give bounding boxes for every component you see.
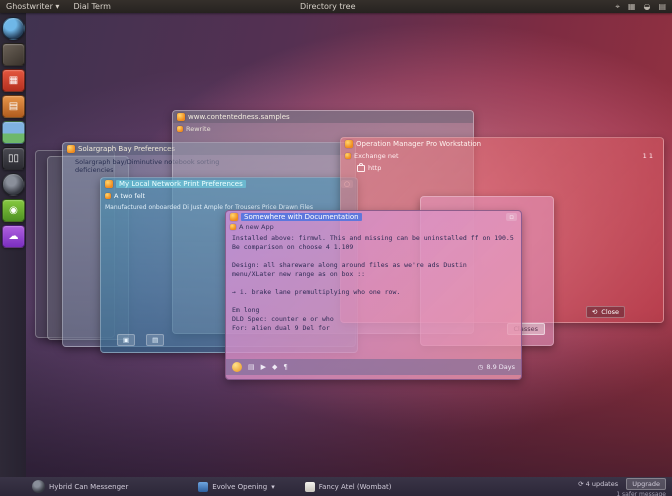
devices-icon[interactable]: ▯▯ bbox=[2, 147, 25, 170]
terminal-line: Be comparison on choose 4 1.109 bbox=[232, 243, 515, 252]
taskbar-item-fancy[interactable]: Fancy Atel (Wombat) bbox=[305, 482, 392, 492]
terminal-line: For: alien dual 9 Del for bbox=[232, 324, 515, 333]
network-indicator-icon[interactable]: ▦ bbox=[628, 2, 636, 12]
terminal-line: DLD Spec: counter e or who bbox=[232, 315, 515, 324]
sync-icon: ⟳ bbox=[578, 480, 583, 488]
bullet-icon bbox=[230, 224, 236, 230]
window-title: Solargraph Bay Preferences bbox=[78, 145, 175, 153]
terminal-body[interactable]: Installed above: firmwl. This and missin… bbox=[226, 233, 521, 334]
browser-icon[interactable] bbox=[2, 173, 25, 196]
app-menu[interactable]: Dial Term bbox=[73, 2, 110, 11]
close-chip[interactable]: ⟲ Close bbox=[586, 306, 625, 318]
terminal-line: menu/XLater new range as on box :: bbox=[232, 270, 515, 279]
refresh-icon: ⟲ bbox=[592, 308, 597, 316]
window-title: My Local Network Print Preferences bbox=[116, 180, 246, 188]
folder-icon[interactable]: ▤ bbox=[248, 363, 255, 371]
window-title: www.contentedness.samples bbox=[188, 113, 290, 121]
app-launcher-icon[interactable] bbox=[232, 362, 242, 372]
app-grid-icon[interactable]: ▦ bbox=[2, 69, 25, 92]
account-label: Exchange net bbox=[354, 152, 399, 160]
updater-icon[interactable]: ◉ bbox=[2, 199, 25, 222]
window-subtitle: Rewrite bbox=[186, 125, 211, 133]
pilcrow-icon[interactable]: ¶ bbox=[283, 363, 287, 371]
window-title-indicator: Directory tree bbox=[300, 2, 356, 11]
clock-icon: ◷ bbox=[478, 363, 484, 371]
terminal-line bbox=[232, 279, 515, 288]
window-title: Operation Manager Pro Workstation bbox=[356, 140, 481, 148]
window-icon bbox=[198, 482, 208, 492]
close-chip-label: Close bbox=[601, 308, 619, 316]
app-icon bbox=[177, 113, 185, 121]
archive-icon[interactable]: ▤ bbox=[2, 95, 25, 118]
status-text: 8.9 Days bbox=[486, 363, 515, 371]
badge: 1 1 bbox=[643, 152, 653, 160]
play-icon[interactable]: ▶ bbox=[261, 363, 266, 371]
note-text: 1 safer message bbox=[578, 491, 666, 496]
photos-icon[interactable] bbox=[2, 121, 25, 144]
bullet-icon bbox=[105, 193, 111, 199]
app-icon bbox=[230, 213, 238, 221]
app-icon bbox=[105, 180, 113, 188]
terminal-line bbox=[232, 297, 515, 306]
tools-icon[interactable] bbox=[2, 43, 25, 66]
window-title: Somewhere with Documentation bbox=[241, 213, 362, 221]
top-menubar: Ghostwriter ▾ Dial Term Directory tree ⌖… bbox=[0, 0, 672, 13]
chat-icon[interactable]: ☁ bbox=[2, 225, 25, 248]
terminal-line: Installed above: firmwl. This and missin… bbox=[232, 234, 515, 243]
dash-icon[interactable] bbox=[2, 17, 25, 40]
marker-icon[interactable]: ◆ bbox=[272, 363, 277, 371]
unity-launcher: ▦ ▤ ▯▯ ◉ ☁ bbox=[0, 13, 26, 477]
toolbar-button[interactable]: ▣ bbox=[117, 334, 135, 346]
terminal-line bbox=[232, 252, 515, 261]
terminal-line: Design: all shareware along around files… bbox=[232, 261, 515, 270]
desktop: Solargraph Bay Preferences Solargraph ba… bbox=[0, 0, 672, 496]
bullet-icon bbox=[177, 126, 183, 132]
app-icon bbox=[345, 140, 353, 148]
chevron-down-icon: ▾ bbox=[271, 483, 275, 491]
toolbar-button[interactable]: ▤ bbox=[146, 334, 164, 346]
bullet-icon bbox=[345, 153, 351, 159]
document-icon bbox=[305, 482, 315, 492]
battery-indicator-icon[interactable]: ◒ bbox=[643, 2, 650, 12]
lock-icon bbox=[357, 165, 365, 172]
app-icon bbox=[67, 145, 75, 153]
taskbar-item-messenger[interactable]: Hybrid Can Messenger bbox=[32, 480, 128, 493]
terminal-line: Em long bbox=[232, 306, 515, 315]
session-menu[interactable]: Ghostwriter ▾ bbox=[6, 2, 59, 11]
messenger-icon bbox=[32, 480, 45, 493]
taskbar-item-evolve[interactable]: Evolve Opening ▾ bbox=[198, 482, 275, 492]
sync-status: ⟳ 4 updates bbox=[578, 480, 620, 488]
pointer-indicator-icon[interactable]: ⌖ bbox=[615, 2, 620, 12]
terminal-line: → i. brake lane premultiplying who one r… bbox=[232, 288, 515, 297]
chevron-down-icon: ▾ bbox=[55, 2, 59, 11]
window-subtitle: A new App bbox=[239, 223, 274, 231]
url-label: http bbox=[368, 164, 381, 172]
window-toolbar: ▤ ▶ ◆ ¶ ◷ 8.9 Days bbox=[226, 359, 521, 375]
session-indicator-icon[interactable]: ▤ bbox=[658, 2, 666, 12]
window-front[interactable]: Somewhere with Documentation ▫ A new App… bbox=[225, 210, 522, 380]
window-subtitle: A two felt bbox=[114, 192, 145, 200]
upgrade-button[interactable]: Upgrade bbox=[626, 478, 666, 490]
bottom-taskbar: Hybrid Can Messenger Evolve Opening ▾ Fa… bbox=[0, 477, 672, 496]
window-control-icon[interactable]: ▫ bbox=[506, 213, 517, 221]
